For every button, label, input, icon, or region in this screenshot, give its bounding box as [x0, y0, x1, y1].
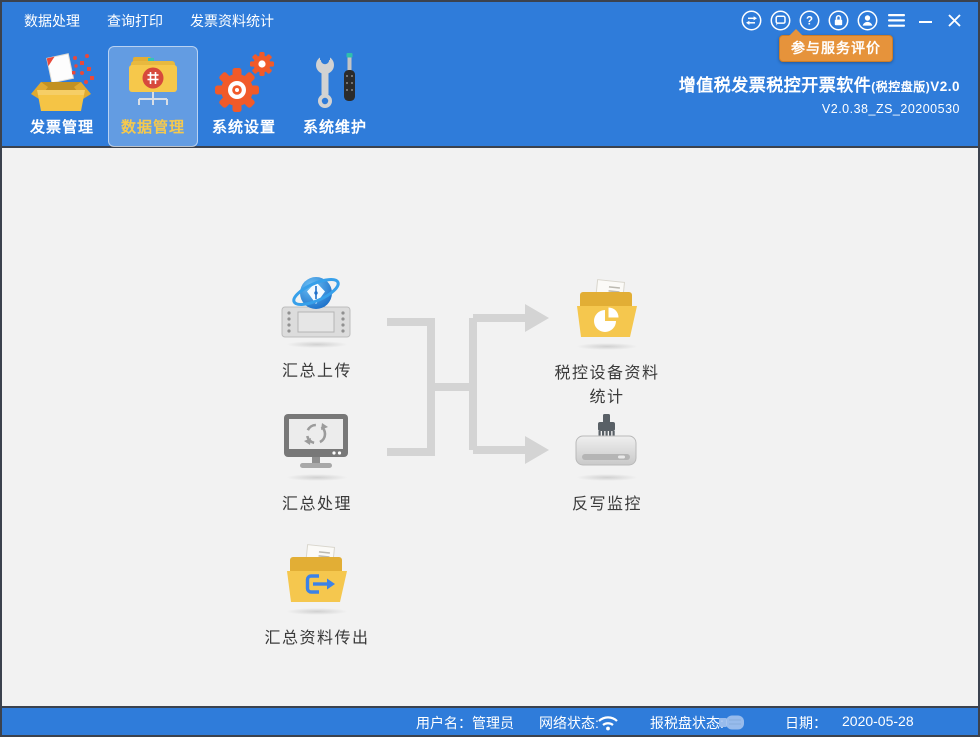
invoice-box-icon	[18, 52, 106, 112]
date-value: 2020-05-28	[842, 713, 914, 729]
app-title-build: V2.0.38_ZS_20200530	[679, 102, 960, 116]
app-window: 数据处理 查询打印 发票资料统计 ?	[0, 0, 980, 737]
feedback-icon[interactable]	[770, 10, 791, 31]
workspace: 汇总上传 汇总处理	[2, 148, 978, 706]
toolbar-system-maintenance[interactable]: 系统维护	[290, 46, 380, 147]
taxdisk-label: 报税盘状态:	[650, 713, 724, 733]
menu-data-processing[interactable]: 数据处理	[24, 11, 80, 31]
node-label: 汇总处理	[247, 493, 387, 517]
data-folder-icon	[109, 52, 197, 112]
toolbar-item-label: 数据管理	[109, 116, 197, 137]
help-icon[interactable]: ?	[799, 10, 820, 31]
menu-query-print[interactable]: 查询打印	[107, 11, 163, 31]
node-label-line2: 统计	[529, 386, 685, 410]
toolbar-system-settings[interactable]: 系统设置	[199, 46, 289, 147]
close-icon[interactable]	[944, 10, 965, 31]
app-title-version: V2.0	[930, 79, 960, 94]
user-label: 用户名：	[416, 713, 472, 733]
toolbar-data-management[interactable]: 数据管理	[108, 46, 198, 147]
feature-writeback-monitor[interactable]: 反写监控	[529, 411, 685, 517]
toolbar: 发票管理 数据管理	[17, 46, 381, 147]
node-label: 税控设备资料 统计	[529, 362, 685, 410]
date-label: 日期：	[785, 713, 827, 733]
feature-device-stats[interactable]: 税控设备资料 统计	[529, 278, 685, 410]
help-glyph: ?	[806, 16, 813, 28]
statusbar: 用户名： 管理员 网络状态: 报税盘状态: 日期： 2020-05-28	[2, 706, 978, 735]
switch-icon[interactable]	[741, 10, 762, 31]
feature-summary-export[interactable]: 汇总资料传出	[247, 543, 387, 651]
wifi-icon	[596, 712, 620, 731]
drive-brush-icon	[529, 411, 685, 473]
network-label: 网络状态:	[539, 713, 599, 733]
icon-shadow	[286, 341, 348, 348]
node-label-line1: 税控设备资料	[529, 362, 685, 386]
tools-icon	[291, 52, 379, 112]
folder-export-icon	[247, 543, 387, 607]
toolbar-item-label: 发票管理	[18, 116, 106, 137]
flow-arrows	[2, 148, 980, 706]
menu-icon[interactable]	[886, 10, 907, 31]
feature-summary-process[interactable]: 汇总处理	[247, 411, 387, 517]
service-review-tooltip[interactable]: 参与服务评价	[779, 35, 893, 62]
lock-icon[interactable]	[828, 10, 849, 31]
app-title-main: 增值税发票税控开票软件	[679, 76, 872, 95]
icon-shadow	[576, 474, 638, 481]
gears-icon	[200, 52, 288, 112]
app-title: 增值税发票税控开票软件(税控盘版)V2.0 V2.0.38_ZS_2020053…	[679, 71, 960, 116]
toolbar-item-label: 系统设置	[200, 116, 288, 137]
user-value: 管理员	[472, 713, 514, 733]
toolbar-item-label: 系统维护	[291, 116, 379, 137]
folder-piechart-icon	[529, 278, 685, 342]
window-controls: ?	[741, 10, 965, 31]
app-title-edition: (税控盘版)	[871, 80, 930, 94]
globe-pen-device-icon	[247, 276, 387, 340]
icon-shadow	[286, 474, 348, 481]
minimize-icon[interactable]	[915, 10, 936, 31]
icon-shadow	[286, 608, 348, 615]
monitor-refresh-icon	[247, 411, 387, 473]
icon-shadow	[576, 343, 638, 350]
node-label: 汇总资料传出	[247, 627, 387, 651]
user-icon[interactable]	[857, 10, 878, 31]
feature-summary-upload[interactable]: 汇总上传	[247, 276, 387, 384]
node-label: 汇总上传	[247, 360, 387, 384]
header: 数据处理 查询打印 发票资料统计 ?	[2, 2, 978, 148]
menu-invoice-stats[interactable]: 发票资料统计	[190, 11, 274, 31]
usb-drive-icon	[718, 714, 746, 731]
toolbar-invoice-management[interactable]: 发票管理	[17, 46, 107, 147]
node-label: 反写监控	[529, 493, 685, 517]
